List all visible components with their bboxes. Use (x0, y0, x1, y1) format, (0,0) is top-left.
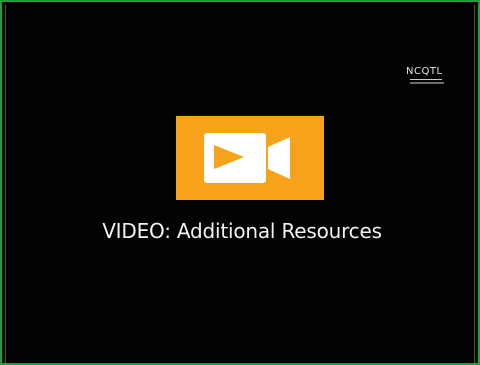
ncqtl-logo: NCQTL (406, 66, 470, 90)
slide-frame: NCQTL VIDEO: Additional Resources (0, 0, 480, 365)
video-camera-icon (204, 133, 290, 183)
logo-subtitle-line (410, 82, 444, 84)
logo-text: NCQTL (406, 66, 443, 77)
slide-title: VIDEO: Additional Resources (102, 219, 382, 243)
logo-underline (410, 79, 442, 80)
video-tile[interactable] (176, 116, 324, 200)
